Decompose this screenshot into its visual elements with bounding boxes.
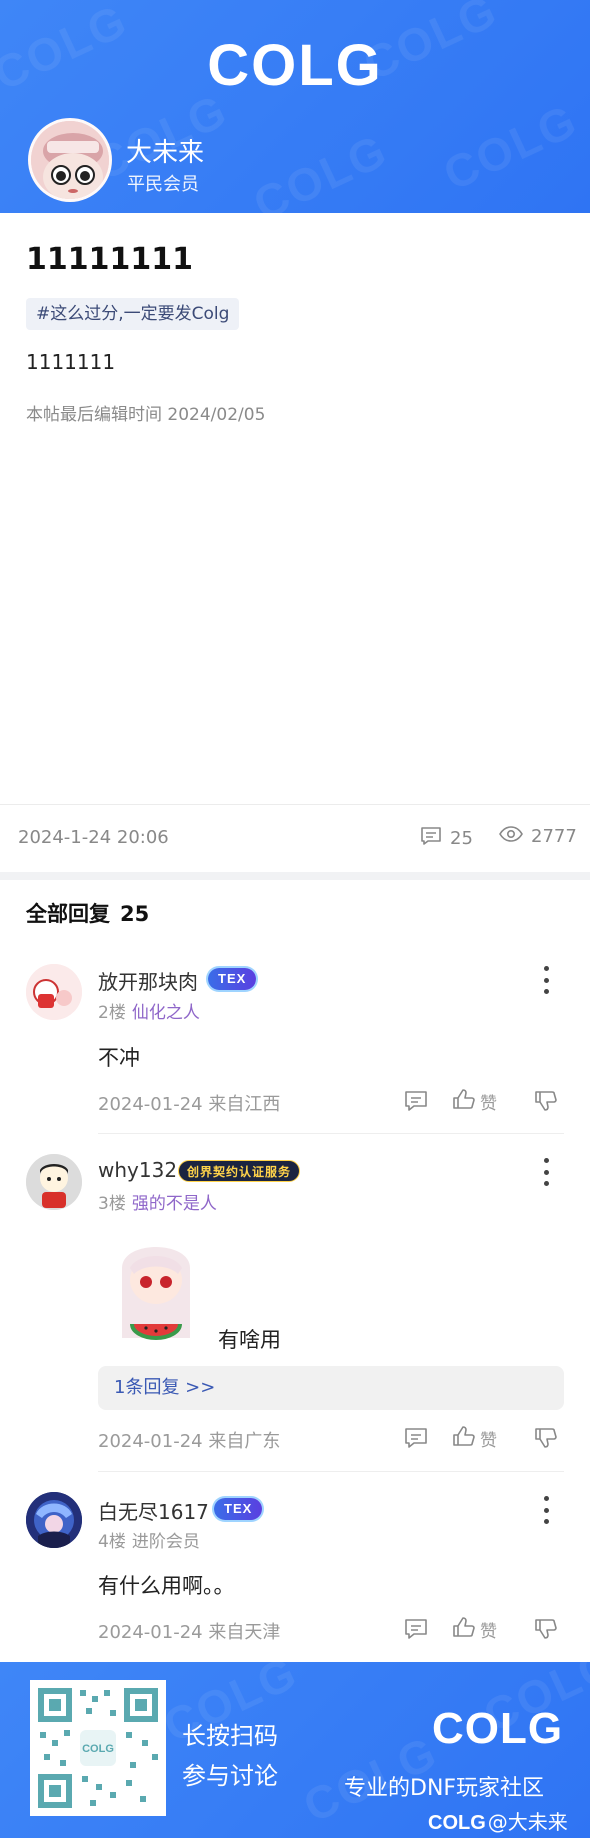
- footer-credit: COLG @大未来: [428, 1806, 568, 1835]
- post-edit-time: 本帖最后编辑时间 2024/02/05: [26, 405, 266, 425]
- like-button[interactable]: 赞: [452, 1087, 497, 1115]
- post-body: 1111111: [26, 350, 116, 374]
- reply-meta: 2024-01-24 来自天津: [98, 1622, 281, 1643]
- topic-tag[interactable]: #这么过分,一定要发Colg: [26, 298, 240, 330]
- thumbs-up-icon: [452, 1616, 476, 1643]
- post-title: 11111111: [26, 242, 193, 277]
- avatar[interactable]: [26, 1154, 82, 1210]
- reply-floor: 2楼 仙化之人: [98, 998, 200, 1023]
- reply-author-name[interactable]: 白无尽1617: [98, 1496, 209, 1525]
- thumbs-down-icon[interactable]: [534, 1424, 558, 1452]
- reply-actions: 赞: [404, 1087, 564, 1115]
- comment-stat[interactable]: 25: [420, 826, 473, 851]
- like-label: 赞: [480, 1430, 497, 1451]
- replies-count: 25: [120, 902, 150, 926]
- thumbs-up-icon: [452, 1425, 476, 1452]
- view-sub-replies-link[interactable]: 1条回复 >>: [98, 1366, 564, 1410]
- author-name[interactable]: 大未来: [126, 132, 204, 169]
- more-options-icon[interactable]: [538, 966, 554, 994]
- like-label: 赞: [480, 1621, 497, 1642]
- reply-text: 不冲: [98, 1046, 140, 1070]
- author-rank: 平民会员: [127, 174, 199, 195]
- reply-actions: 赞: [404, 1424, 564, 1452]
- colg-logo: COLG: [207, 33, 383, 98]
- like-label: 赞: [480, 1093, 497, 1114]
- more-options-icon[interactable]: [538, 1158, 554, 1186]
- svg-text:COLG: COLG: [82, 1743, 114, 1755]
- view-count: 2777: [531, 826, 577, 847]
- reply-author-name[interactable]: why132: [98, 1158, 177, 1182]
- reply-author-name[interactable]: 放开那块肉: [98, 966, 198, 995]
- reply-floor: 3楼 强的不是人: [98, 1189, 217, 1214]
- user-badge: 创界契约认证服务: [178, 1160, 301, 1182]
- post-date: 2024-1-24 20:06: [18, 827, 169, 848]
- user-badge: TEX: [208, 968, 257, 990]
- more-options-icon[interactable]: [538, 1496, 554, 1524]
- reply-actions: 赞: [404, 1615, 564, 1643]
- reply-icon[interactable]: [404, 1615, 428, 1643]
- reply-icon[interactable]: [404, 1424, 428, 1452]
- reply-meta: 2024-01-24 来自江西: [98, 1094, 281, 1115]
- divider: [0, 804, 590, 805]
- thumbs-up-icon: [452, 1088, 476, 1115]
- eye-icon: [499, 826, 523, 847]
- user-title: 强的不是人: [131, 1194, 217, 1214]
- reply-text: 有什么用啊。。: [98, 1574, 235, 1598]
- reply-floor: 4楼 进阶会员: [98, 1527, 200, 1552]
- floor-number: 4楼: [98, 1532, 126, 1552]
- qr-code[interactable]: COLG: [30, 1680, 166, 1816]
- divider: [98, 1133, 564, 1134]
- like-button[interactable]: 赞: [452, 1424, 497, 1452]
- user-title: 进阶会员: [131, 1532, 200, 1552]
- user-badge: TEX: [214, 1498, 263, 1520]
- thumbs-down-icon[interactable]: [534, 1087, 558, 1115]
- floor-number: 2楼: [98, 1003, 126, 1023]
- replies-header: 全部回复 25: [26, 898, 149, 928]
- footer-slogan: 专业的DNF玩家社区: [344, 1776, 545, 1801]
- section-divider: [0, 872, 590, 880]
- reply-icon[interactable]: [404, 1087, 428, 1115]
- cta-line-2: 参与讨论: [182, 1762, 278, 1790]
- header-banner: COLG COLG COLG COLG COLG COLG 大未来 平民会员: [0, 0, 590, 213]
- comment-count: 25: [450, 828, 473, 849]
- colg-small-logo: COLG: [428, 1812, 486, 1834]
- view-stat: 2777: [499, 826, 577, 847]
- credit-user: @大未来: [487, 1810, 568, 1834]
- reply-meta: 2024-01-24 来自广东: [98, 1431, 281, 1452]
- colg-logo: COLG: [432, 1704, 564, 1753]
- reply-text: 有啥用: [218, 1328, 281, 1352]
- watermark: COLG: [435, 93, 586, 201]
- footer-banner: COLG COLG COLG COLG 长按扫码 参与讨论 COLG 专业的DN…: [0, 1662, 590, 1838]
- user-title: 仙化之人: [131, 1003, 200, 1023]
- floor-number: 3楼: [98, 1194, 126, 1214]
- thumbs-down-icon[interactable]: [534, 1615, 558, 1643]
- cta-line-1: 长按扫码: [182, 1722, 278, 1750]
- avatar[interactable]: [26, 964, 82, 1020]
- author-avatar[interactable]: [28, 118, 112, 202]
- comment-icon: [420, 826, 442, 851]
- post-share-card: COLG COLG COLG COLG COLG COLG 大未来 平民会员 1…: [0, 0, 590, 1838]
- divider: [98, 1471, 564, 1472]
- sticker-image: [108, 1228, 204, 1350]
- replies-label: 全部回复: [26, 902, 110, 926]
- avatar[interactable]: [26, 1492, 82, 1548]
- watermark: COLG: [245, 123, 396, 213]
- like-button[interactable]: 赞: [452, 1615, 497, 1643]
